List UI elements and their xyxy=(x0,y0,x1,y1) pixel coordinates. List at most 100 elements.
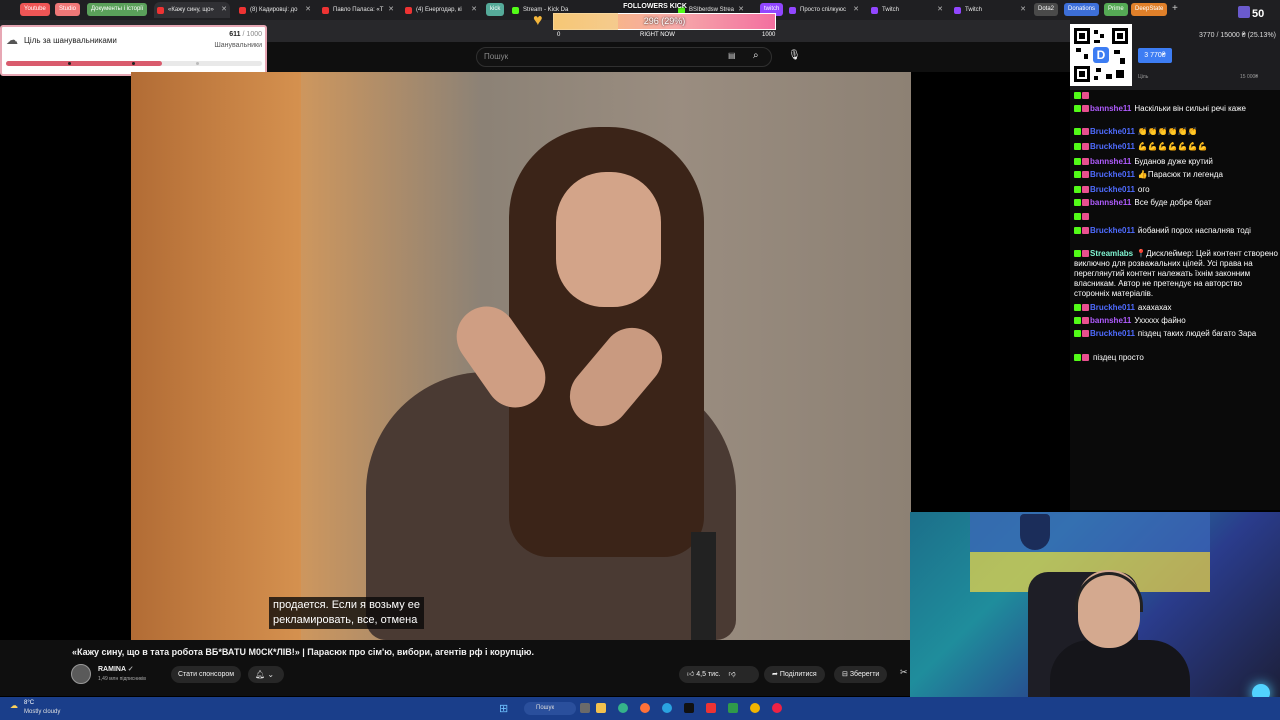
tab-twitch-1[interactable]: Просто спілкуюс ✕ xyxy=(786,2,862,18)
bookmark-kick[interactable]: kick xyxy=(486,3,505,16)
subscriber-badge-icon xyxy=(1074,213,1081,221)
clip-icon[interactable]: ✂ xyxy=(900,667,908,678)
chat-username[interactable]: bannshe11 xyxy=(1090,316,1131,325)
firefox-icon[interactable] xyxy=(640,703,650,713)
bookmark-icon: ⊟ xyxy=(842,671,848,678)
share-button[interactable]: ➦ Поділитися xyxy=(764,666,825,683)
bookmark-studio[interactable]: Studio xyxy=(55,3,81,16)
chat-username[interactable]: Bruckhe011 xyxy=(1090,127,1135,136)
app-icon[interactable] xyxy=(706,703,716,713)
tab-current-video[interactable]: «Кажу сину, що» ✕ xyxy=(154,2,230,18)
twitch-icon xyxy=(954,7,961,14)
close-icon[interactable]: ✕ xyxy=(305,2,311,18)
subscriber-badge-icon xyxy=(1074,186,1081,194)
close-icon[interactable]: ✕ xyxy=(1020,2,1026,18)
microphone-icon[interactable]: 🎙 xyxy=(788,50,801,61)
chat-username[interactable]: Bruckhe011 xyxy=(1090,185,1135,194)
thumbs-down-icon[interactable]: 👎︎ xyxy=(728,671,735,678)
tab-title: Павло Паласа: «Т xyxy=(333,7,384,13)
subscriber-badge-icon xyxy=(1074,92,1081,100)
save-button[interactable]: ⊟ Зберегти xyxy=(834,666,888,683)
bookmark-deepstate[interactable]: DeepState xyxy=(1131,3,1168,16)
channel-avatar[interactable] xyxy=(71,664,91,684)
heart-badge-icon xyxy=(1082,92,1089,100)
subtitle-line: продается. Если я возьму ее xyxy=(273,599,421,611)
search-icon[interactable]: ⌕ xyxy=(753,50,759,61)
chat-text: Наскільки він сильні речі каже xyxy=(1134,104,1247,113)
tab-twitch-3[interactable]: Twitch ✕ xyxy=(951,2,1029,18)
chat-username[interactable]: Bruckhe011 xyxy=(1090,142,1135,151)
notification-bell-button[interactable]: 🔔︎ ⌄ xyxy=(248,666,284,683)
bookmark-dota2[interactable]: Dota2 xyxy=(1034,3,1059,16)
heart-badge-icon xyxy=(1082,158,1089,166)
app-icon[interactable] xyxy=(728,703,738,713)
heart-badge-icon xyxy=(1082,143,1089,151)
share-label: Поділитися xyxy=(779,671,817,678)
new-tab-button[interactable]: + xyxy=(1172,3,1178,14)
tab-twitch-2[interactable]: Twitch ✕ xyxy=(868,2,946,18)
subscriber-badge-icon xyxy=(1074,317,1081,325)
telegram-icon[interactable] xyxy=(662,703,672,713)
tab-video-4[interactable]: (4) Енергодар, кі ✕ xyxy=(402,2,480,18)
windows-start-icon[interactable]: ⊞ xyxy=(499,702,508,715)
obs-icon[interactable] xyxy=(684,703,694,713)
sponsor-button[interactable]: Стати спонсором xyxy=(171,666,242,683)
close-icon[interactable]: ✕ xyxy=(937,2,943,18)
chat-username[interactable]: bannshe11 xyxy=(1090,104,1131,113)
chat-message: Bruckhe011 ого xyxy=(1074,185,1278,195)
subscriber-badge-icon xyxy=(1074,158,1081,166)
like-count: 4,5 тис. xyxy=(696,671,721,678)
donation-goal-total: 3770 / 15000 ₴ (25.13%) xyxy=(1198,32,1276,39)
subscriber-badge-icon xyxy=(1074,171,1081,179)
chat-username[interactable]: Bruckhe011 xyxy=(1090,226,1135,235)
subscribers-goal-fill xyxy=(6,61,163,66)
keyboard-icon[interactable]: ▤ xyxy=(728,51,736,60)
close-icon[interactable]: ✕ xyxy=(853,2,859,18)
followers-goal-title: FOLLOWERS KICK xyxy=(623,3,687,10)
bookmark-donations[interactable]: Donations xyxy=(1064,3,1100,16)
heart-badge-icon xyxy=(1082,128,1089,136)
chat-message: bannshe11 Все буде добре брат xyxy=(1074,198,1278,208)
close-icon[interactable]: ✕ xyxy=(221,2,227,18)
weather-icon[interactable]: ☁ xyxy=(10,701,18,710)
chat-text: 💪💪💪💪💪💪💪 xyxy=(1137,142,1208,151)
donation-goal-min-label: Ціль xyxy=(1138,74,1149,80)
chat-username[interactable]: Bruckhe011 xyxy=(1090,303,1135,312)
video-player[interactable] xyxy=(131,72,911,640)
chat-message: Bruckhe011 💪💪💪💪💪💪💪 xyxy=(1074,142,1278,152)
qr-code-image: D xyxy=(1070,24,1132,86)
chat-text: Буданов дуже крутий xyxy=(1134,157,1213,166)
taskbar-search[interactable]: Пошук xyxy=(524,702,576,715)
bookmark-youtube[interactable]: Youtube xyxy=(20,3,50,16)
save-label: Зберегти xyxy=(849,671,880,678)
followers-goal-max: 1000 xyxy=(762,32,776,38)
channel-name[interactable]: RAMINA ✓ xyxy=(98,665,134,673)
chrome-icon[interactable] xyxy=(750,703,760,713)
chat-text: піздец таких людей багато Зара xyxy=(1137,329,1257,338)
chat-message: Bruckhe011 ахахахах xyxy=(1074,303,1278,313)
like-button[interactable]: 👍︎ 4,5 тис. 👎︎ xyxy=(679,666,759,683)
video-background xyxy=(131,72,301,640)
app-icon[interactable] xyxy=(772,703,782,713)
chat-username[interactable]: bannshe11 xyxy=(1090,198,1131,207)
chat-message: Streamlabs 📍Дисклеймер: Цей контент створ… xyxy=(1074,249,1278,299)
chevron-down-icon: ⌄ xyxy=(267,670,275,679)
chat-username[interactable]: Bruckhe011 xyxy=(1090,329,1135,338)
file-explorer-icon[interactable] xyxy=(596,703,606,713)
tab-video-3[interactable]: Павло Паласа: «Т ✕ xyxy=(319,2,397,18)
close-icon[interactable]: ✕ xyxy=(388,2,394,18)
task-view-icon[interactable] xyxy=(580,703,590,713)
close-icon[interactable]: ✕ xyxy=(471,2,477,18)
chat-username[interactable]: bannshe11 xyxy=(1090,157,1131,166)
heart-badge-icon xyxy=(1082,227,1089,235)
bookmark-prime[interactable]: Prime xyxy=(1104,3,1128,16)
youtube-icon xyxy=(405,7,412,14)
chat-message: bannshe11 Наскільки він сильні речі каже xyxy=(1074,104,1278,114)
chat-text: 👏👏👏👏👏👏 xyxy=(1137,127,1198,136)
tab-video-2[interactable]: (8) Кадировці: до ✕ xyxy=(236,2,314,18)
chat-username[interactable]: Streamlabs xyxy=(1090,249,1133,258)
edge-icon[interactable] xyxy=(618,703,628,713)
bookmark-documents[interactable]: Документы і історії xyxy=(87,3,147,16)
twitch-icon xyxy=(789,7,796,14)
chat-username[interactable]: Bruckhe011 xyxy=(1090,170,1135,179)
